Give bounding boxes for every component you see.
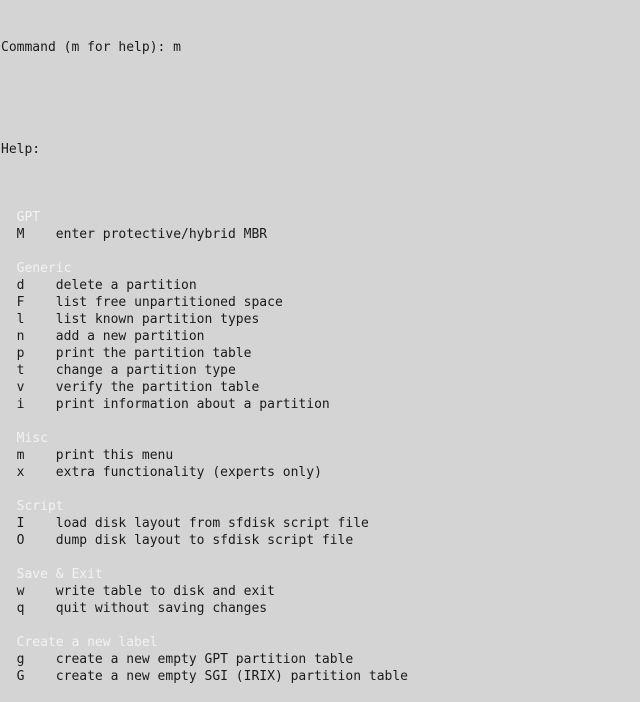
command-gap	[24, 533, 55, 548]
command-description: create a new empty SGI (IRIX) partition …	[55, 669, 408, 684]
command-indent	[1, 329, 17, 344]
command-description: enter protective/hybrid MBR	[55, 227, 268, 242]
help-label: Help:	[1, 142, 41, 157]
command-description: delete a partition	[55, 278, 197, 293]
command-description: add a new partition	[55, 329, 205, 344]
command-indent	[1, 278, 17, 293]
command-indent	[1, 516, 17, 531]
command-row: G create a new empty SGI (IRIX) partitio…	[1, 668, 640, 685]
command-description: print this menu	[55, 448, 174, 463]
command-gap	[24, 329, 55, 344]
command-gap	[24, 312, 55, 327]
command-indent	[1, 397, 17, 412]
command-row: x extra functionality (experts only)	[1, 464, 640, 481]
command-description: create a new empty GPT partition table	[55, 652, 354, 667]
command-key: w	[16, 584, 25, 599]
command-indent	[1, 465, 17, 480]
section-header: Create a new label	[1, 635, 158, 650]
command-row: M enter protective/hybrid MBR	[1, 226, 640, 243]
command-row: m print this menu	[1, 447, 640, 464]
command-gap	[24, 652, 55, 667]
command-gap	[24, 669, 55, 684]
command-description: quit without saving changes	[55, 601, 268, 616]
command-gap	[24, 227, 55, 242]
command-row: l list known partition types	[1, 311, 640, 328]
command-row: F list free unpartitioned space	[1, 294, 640, 311]
command-gap	[24, 601, 55, 616]
command-indent	[1, 346, 17, 361]
command-key: O	[16, 533, 25, 548]
command-indent	[1, 363, 17, 378]
terminal-screen[interactable]: Command (m for help): m Help: GPT M ente…	[0, 0, 640, 684]
section-header: Script	[1, 499, 64, 514]
command-indent	[1, 652, 17, 667]
section-header: GPT	[1, 210, 41, 225]
command-gap	[24, 278, 55, 293]
command-row: p print the partition table	[1, 345, 640, 362]
command-description: write table to disk and exit	[55, 584, 275, 599]
command-row: v verify the partition table	[1, 379, 640, 396]
command-row: q quit without saving changes	[1, 600, 640, 617]
section-header: Generic	[1, 261, 72, 276]
section-header: Save & Exit	[1, 567, 103, 582]
command-gap	[24, 448, 55, 463]
command-gap	[24, 584, 55, 599]
command-indent	[1, 380, 17, 395]
command-indent	[1, 533, 17, 548]
command-gap	[24, 516, 55, 531]
command-key: G	[16, 669, 25, 684]
section-header: Misc	[1, 431, 48, 446]
command-description: list known partition types	[55, 312, 260, 327]
command-key: q	[16, 601, 25, 616]
command-row: w write table to disk and exit	[1, 583, 640, 600]
command-description: change a partition type	[55, 363, 236, 378]
command-indent	[1, 669, 17, 684]
command-indent	[1, 227, 17, 242]
command-gap	[24, 397, 55, 412]
command-gap	[24, 380, 55, 395]
command-gap	[24, 346, 55, 361]
command-description: load disk layout from sfdisk script file	[55, 516, 369, 531]
command-indent	[1, 584, 17, 599]
command-description: extra functionality (experts only)	[55, 465, 322, 480]
command-prompt-line: Command (m for help): m	[1, 40, 182, 55]
command-row: I load disk layout from sfdisk script fi…	[1, 515, 640, 532]
command-indent	[1, 312, 17, 327]
command-key: g	[16, 652, 25, 667]
command-row: O dump disk layout to sfdisk script file	[1, 532, 640, 549]
command-row: t change a partition type	[1, 362, 640, 379]
command-row: g create a new empty GPT partition table	[1, 651, 640, 668]
command-description: print information about a partition	[55, 397, 330, 412]
command-gap	[24, 363, 55, 378]
command-indent	[1, 295, 17, 310]
command-gap	[24, 295, 55, 310]
command-row: d delete a partition	[1, 277, 640, 294]
command-gap	[24, 465, 55, 480]
command-description: dump disk layout to sfdisk script file	[55, 533, 354, 548]
command-description: verify the partition table	[55, 380, 260, 395]
command-description: list free unpartitioned space	[55, 295, 283, 310]
command-description: print the partition table	[55, 346, 252, 361]
command-row: i print information about a partition	[1, 396, 640, 413]
command-row: n add a new partition	[1, 328, 640, 345]
command-key: I	[16, 516, 25, 531]
command-indent	[1, 601, 17, 616]
help-sections: GPT M enter protective/hybrid MBR Generi…	[1, 192, 640, 685]
command-indent	[1, 448, 17, 463]
